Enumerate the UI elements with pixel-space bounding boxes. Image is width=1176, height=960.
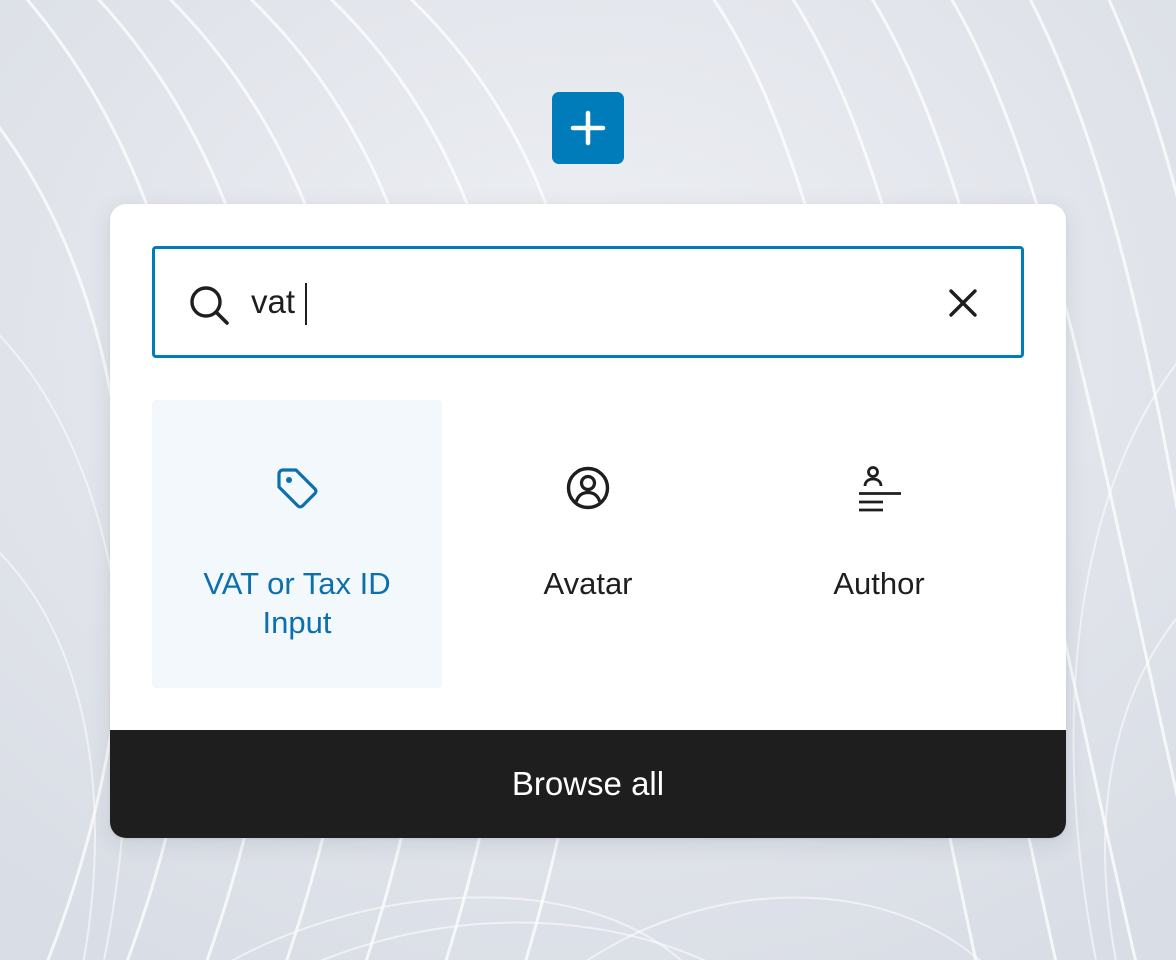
block-item-avatar[interactable]: Avatar	[443, 400, 733, 688]
user-circle-icon	[566, 466, 610, 510]
tag-icon	[277, 468, 318, 509]
block-item-label: VAT or Tax ID Input	[203, 566, 391, 640]
add-block-button[interactable]	[552, 92, 624, 164]
block-item-label: Author	[833, 566, 925, 601]
search-input[interactable]	[251, 269, 911, 335]
block-inserter-popover: VAT or Tax ID Input Avatar Author Browse…	[110, 204, 1066, 838]
browse-all-button[interactable]: Browse all	[110, 730, 1066, 838]
block-item-vat-tax-id[interactable]: VAT or Tax ID Input	[152, 400, 442, 688]
block-results-grid: VAT or Tax ID Input Avatar Author	[152, 400, 1024, 690]
close-icon	[949, 289, 977, 317]
author-icon	[859, 466, 901, 512]
search-icon	[190, 286, 229, 325]
text-caret	[305, 283, 307, 325]
block-item-author[interactable]: Author	[734, 400, 1024, 688]
block-item-label: Avatar	[543, 566, 633, 601]
clear-search-button[interactable]	[939, 279, 987, 327]
search-box	[152, 246, 1024, 358]
plus-icon	[570, 110, 606, 146]
